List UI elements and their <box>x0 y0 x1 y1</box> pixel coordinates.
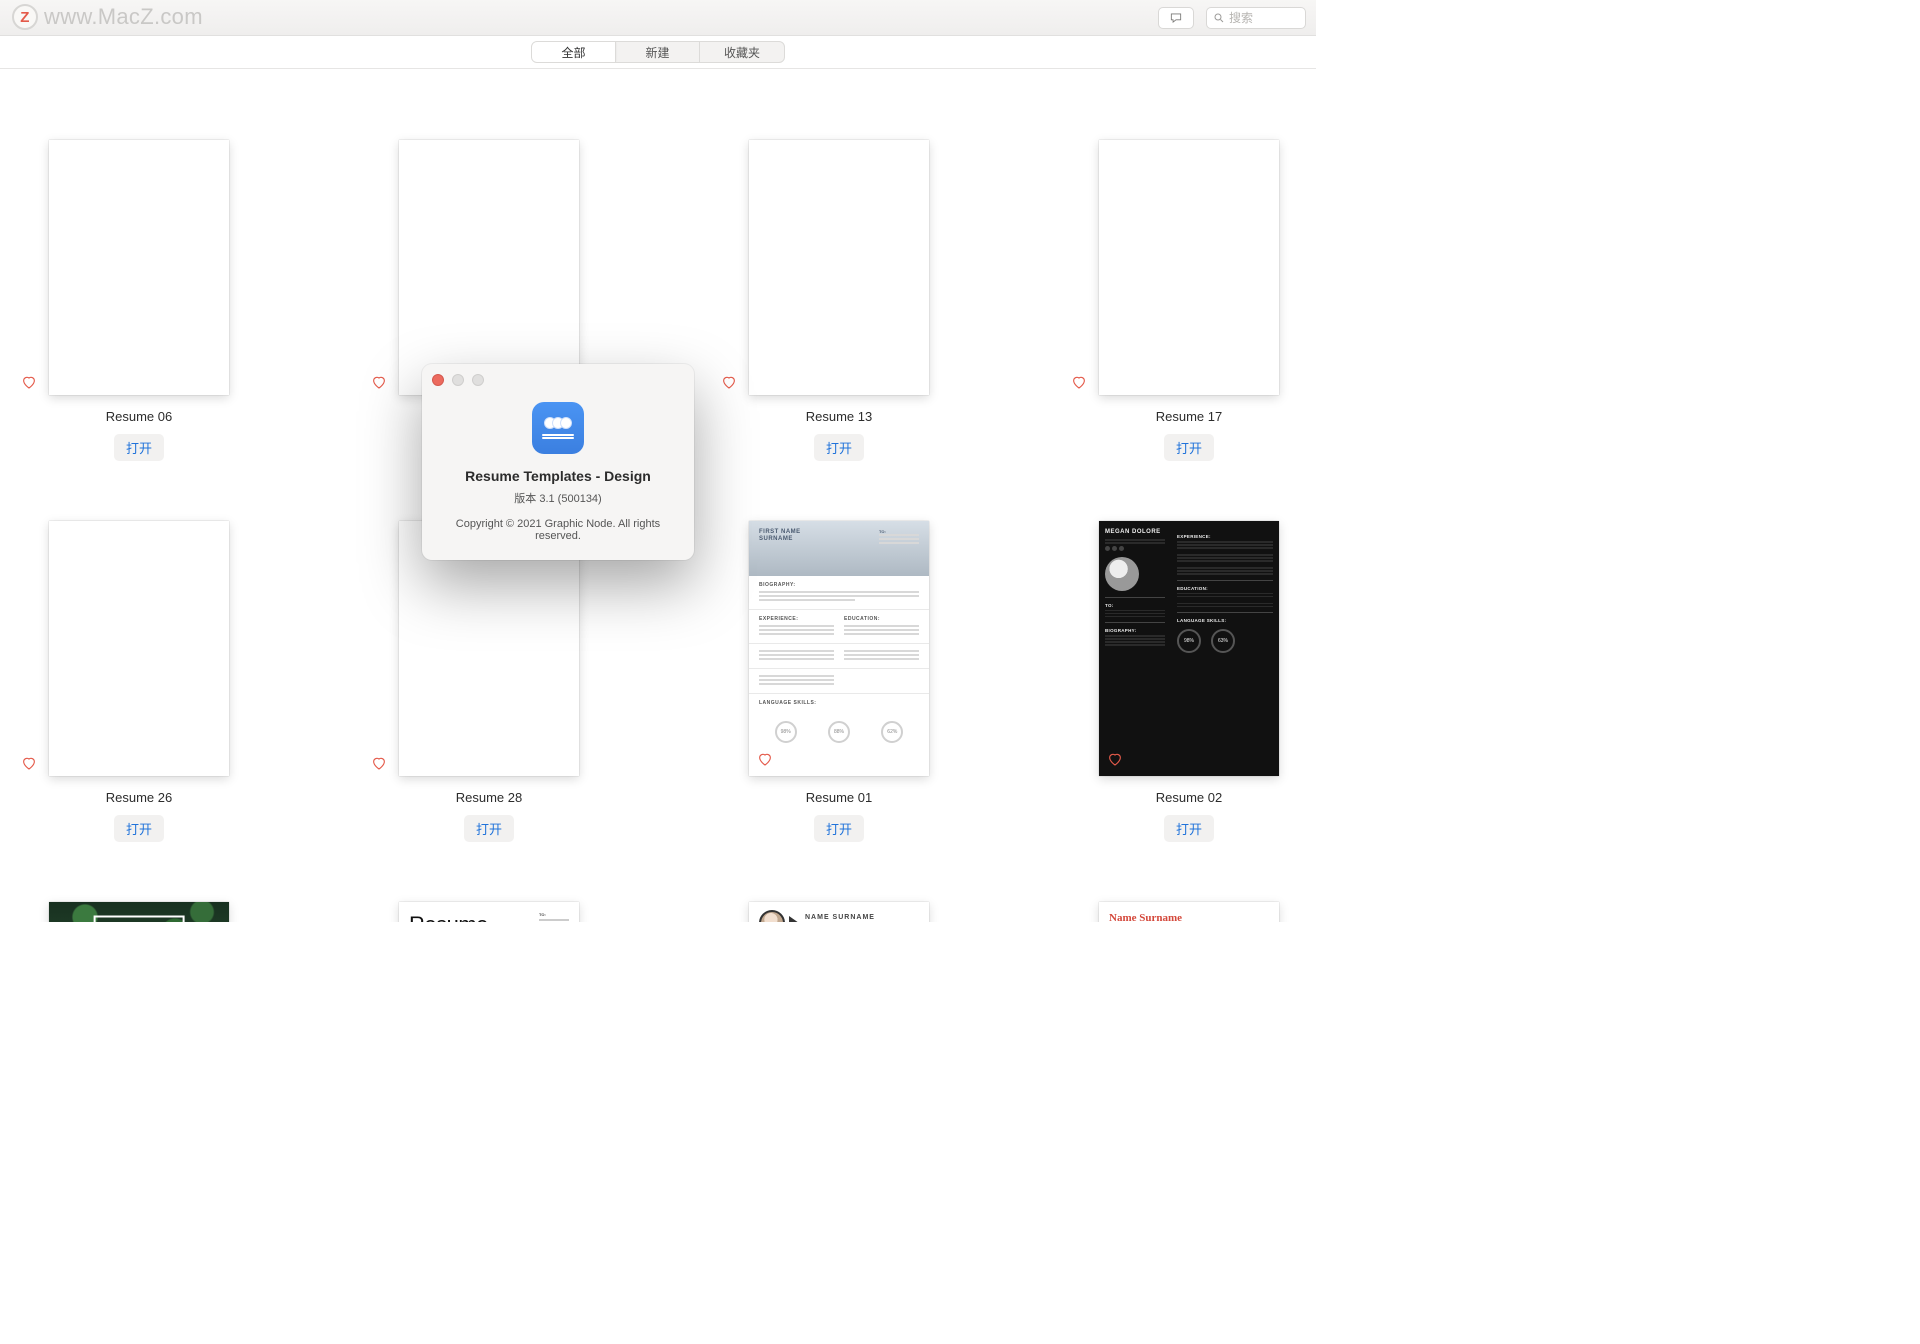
thumb-text: SURNAME <box>759 536 801 543</box>
tab-new[interactable]: 新建 <box>616 42 700 62</box>
template-card[interactable]: FIRST NAME SURNAME TO: BIOGRAPHY: <box>749 521 929 842</box>
template-card[interactable]: Resume 17 打开 <box>1099 140 1279 461</box>
thumb-text: LANGUAGE SKILLS: <box>1177 618 1273 623</box>
search-input[interactable] <box>1229 11 1299 25</box>
window-controls <box>432 374 484 386</box>
favorite-button[interactable] <box>371 755 387 774</box>
thumb-text: EXPERIENCE: <box>759 616 834 622</box>
template-card[interactable]: Resume 26 打开 <box>49 521 229 842</box>
feedback-button[interactable] <box>1158 7 1194 29</box>
heart-icon <box>721 374 737 390</box>
template-thumbnail[interactable]: Resume TO: <box>399 902 579 922</box>
app-icon <box>532 402 584 454</box>
template-thumbnail[interactable]: NAME SURNAME Graphic designer <box>749 902 929 922</box>
template-thumbnail[interactable]: FIRST NAME SURNAME TO: BIOGRAPHY: <box>749 521 929 776</box>
template-thumbnail[interactable]: RESUME <box>49 902 229 922</box>
template-thumbnail[interactable] <box>749 140 929 395</box>
open-button[interactable]: 打开 <box>114 815 164 842</box>
thumb-text: BIOGRAPHY: <box>759 582 919 588</box>
template-card[interactable]: MEGAN DOLORE TO: BIOGRAPHY: EXPERIENCE: <box>1099 521 1279 842</box>
template-thumbnail[interactable] <box>49 140 229 395</box>
heart-icon <box>757 751 773 767</box>
zoom-button <box>472 374 484 386</box>
open-button[interactable]: 打开 <box>814 434 864 461</box>
favorite-button[interactable] <box>1107 751 1123 770</box>
toolbar: Z www.MacZ.com <box>0 0 1316 36</box>
favorite-button[interactable] <box>21 374 37 393</box>
favorite-button[interactable] <box>371 374 387 393</box>
minimize-button <box>452 374 464 386</box>
thumb-text: LANGUAGE SKILLS: <box>759 700 919 706</box>
favorite-button[interactable] <box>21 755 37 774</box>
template-title: Resume 26 <box>106 790 172 805</box>
thumb-text: NAME SURNAME <box>805 914 875 921</box>
template-title: Resume 01 <box>806 790 872 805</box>
template-thumbnail[interactable] <box>399 140 579 395</box>
tab-fav[interactable]: 收藏夹 <box>700 42 784 62</box>
heart-icon <box>371 374 387 390</box>
close-button[interactable] <box>432 374 444 386</box>
about-dialog: Resume Templates - Design 版本 3.1 (500134… <box>422 364 694 560</box>
template-card[interactable]: RESUME <box>49 902 229 922</box>
heart-icon <box>21 374 37 390</box>
watermark-text: www.MacZ.com <box>44 4 203 30</box>
search-field[interactable] <box>1206 7 1306 29</box>
template-thumbnail[interactable] <box>49 521 229 776</box>
template-card[interactable]: Resume 06 打开 <box>49 140 229 461</box>
thumb-text: RESUME <box>94 916 185 923</box>
watermark: Z www.MacZ.com <box>12 4 203 30</box>
template-card[interactable]: Resume TO: <box>399 902 579 922</box>
template-title: Resume 02 <box>1156 790 1222 805</box>
template-thumbnail[interactable]: MEGAN DOLORE TO: BIOGRAPHY: EXPERIENCE: <box>1099 521 1279 776</box>
segmented-control: 全部 新建 收藏夹 <box>531 41 785 63</box>
heart-icon <box>371 755 387 771</box>
thumb-text: TO: <box>539 912 546 917</box>
template-title: Resume 06 <box>106 409 172 424</box>
chat-icon <box>1168 11 1184 25</box>
favorite-button[interactable] <box>1071 374 1087 393</box>
template-card[interactable]: Resume 13 打开 <box>749 140 929 461</box>
template-card[interactable]: Name Surname <box>1099 902 1279 922</box>
template-title: Resume 13 <box>806 409 872 424</box>
template-card[interactable]: NAME SURNAME Graphic designer <box>749 902 929 922</box>
heart-icon <box>21 755 37 771</box>
thumb-text: EDUCATION: <box>844 616 919 622</box>
search-icon <box>1213 12 1225 24</box>
thumb-text: BIOGRAPHY: <box>1105 628 1165 633</box>
favorite-button[interactable] <box>757 751 773 770</box>
open-button[interactable]: 打开 <box>464 815 514 842</box>
about-copyright: Copyright © 2021 Graphic Node. All right… <box>438 518 678 542</box>
favorite-button[interactable] <box>721 374 737 393</box>
thumb-text: EXPERIENCE: <box>1177 534 1273 539</box>
template-title: Resume 28 <box>456 790 522 805</box>
tab-all[interactable]: 全部 <box>532 42 616 62</box>
segmented-row: 全部 新建 收藏夹 <box>0 36 1316 69</box>
open-button[interactable]: 打开 <box>1164 434 1214 461</box>
template-card[interactable]: Resume 28 打开 <box>399 521 579 842</box>
template-thumbnail[interactable]: Name Surname <box>1099 902 1279 922</box>
about-title: Resume Templates - Design <box>438 468 678 484</box>
open-button[interactable]: 打开 <box>114 434 164 461</box>
template-thumbnail[interactable] <box>1099 140 1279 395</box>
thumb-text: Name Surname <box>1109 912 1269 922</box>
thumb-text: EDUCATION: <box>1177 586 1273 591</box>
heart-icon <box>1107 751 1123 767</box>
logo-icon: Z <box>12 4 38 30</box>
about-version: 版本 3.1 (500134) <box>438 490 678 506</box>
thumb-text: FIRST NAME <box>759 529 801 536</box>
heart-icon <box>1071 374 1087 390</box>
open-button[interactable]: 打开 <box>1164 815 1214 842</box>
thumb-text: TO: <box>1105 603 1165 608</box>
open-button[interactable]: 打开 <box>814 815 864 842</box>
thumb-text: MEGAN DOLORE <box>1105 529 1165 535</box>
template-title: Resume 17 <box>1156 409 1222 424</box>
